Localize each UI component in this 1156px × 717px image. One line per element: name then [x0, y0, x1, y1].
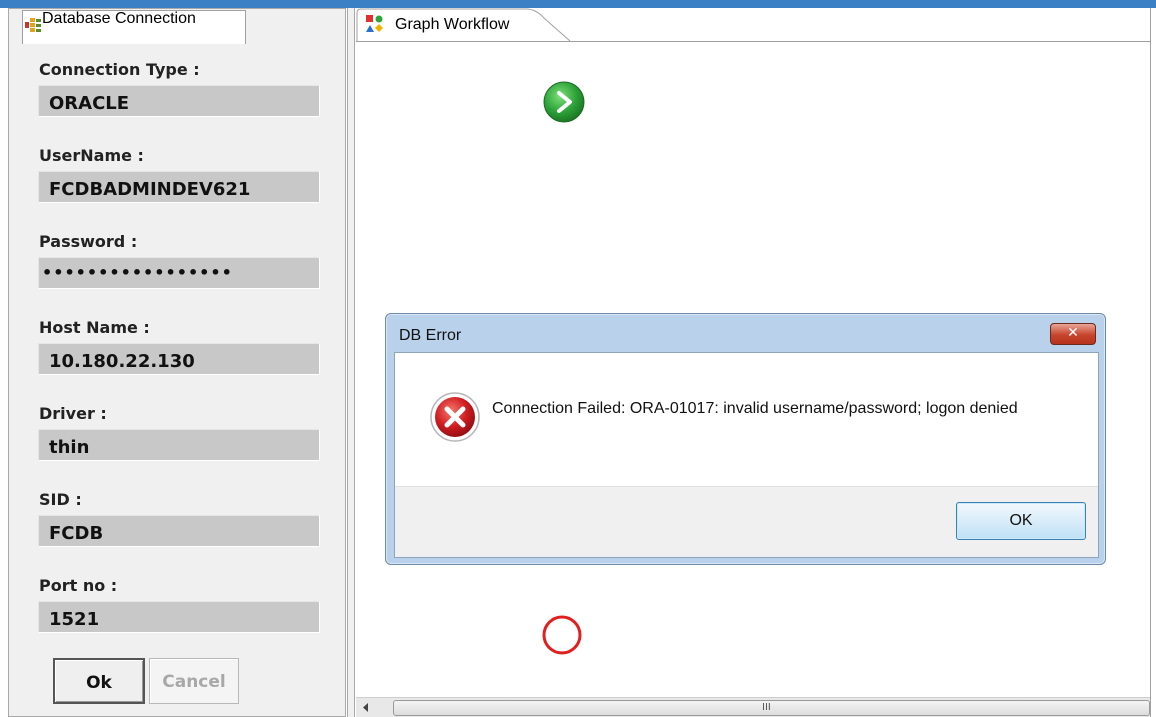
- password-value: •••••••••••••••••: [42, 263, 233, 282]
- db-error-dialog: DB Error ✕ Connection Failed: ORA-01017:…: [385, 313, 1106, 565]
- dialog-message: Connection Failed: ORA-01017: invalid us…: [492, 400, 1018, 417]
- stop-circle-icon[interactable]: [540, 613, 584, 657]
- ok-button[interactable]: Ok: [53, 658, 145, 704]
- horizontal-scrollbar[interactable]: III: [356, 697, 1150, 717]
- tab-database-connection-label: Database Connection: [42, 10, 196, 27]
- close-icon: ✕: [1067, 325, 1079, 341]
- host-name-value: 10.180.22.130: [49, 351, 195, 372]
- password-label: Password :: [39, 232, 138, 251]
- canvas-right-border: [1150, 8, 1156, 717]
- sid-value: FCDB: [49, 523, 104, 544]
- dialog-footer: OK: [395, 486, 1098, 557]
- dialog-close-button[interactable]: ✕: [1050, 323, 1096, 345]
- dialog-title: DB Error: [399, 327, 462, 344]
- connection-type-value: ORACLE: [49, 93, 130, 114]
- scrollbar-grip: III: [762, 702, 771, 713]
- tab-baseline: [356, 41, 1156, 42]
- panel-divider[interactable]: [347, 8, 355, 717]
- host-name-label: Host Name :: [39, 318, 150, 337]
- app-window: Database Connection Connection Type : OR…: [0, 0, 1156, 717]
- tab-graph-workflow-label: Graph Workflow: [395, 16, 510, 33]
- port-no-label: Port no :: [39, 576, 118, 595]
- cancel-button[interactable]: Cancel: [149, 658, 239, 704]
- port-no-value: 1521: [49, 609, 100, 630]
- dialog-body: Connection Failed: ORA-01017: invalid us…: [394, 352, 1099, 558]
- username-value: FCDBADMINDEV621: [49, 179, 251, 200]
- driver-value: thin: [49, 437, 90, 458]
- error-icon: [430, 392, 480, 442]
- username-label: UserName :: [39, 146, 144, 165]
- dialog-ok-label: OK: [1009, 512, 1033, 529]
- driver-label: Driver :: [39, 404, 107, 423]
- graph-workflow-icon: [366, 15, 383, 32]
- sid-label: SID :: [39, 490, 82, 509]
- connection-type-label: Connection Type :: [39, 60, 200, 79]
- dialog-ok-button[interactable]: OK: [956, 502, 1086, 540]
- scrollbar-thumb[interactable]: III: [393, 700, 1150, 716]
- ok-button-label: Ok: [86, 673, 112, 693]
- database-connection-icon: [25, 18, 41, 32]
- window-top-border: [0, 0, 1156, 8]
- cancel-button-label: Cancel: [162, 672, 226, 692]
- scroll-left-arrow-icon[interactable]: [356, 698, 376, 717]
- play-icon[interactable]: [542, 80, 586, 124]
